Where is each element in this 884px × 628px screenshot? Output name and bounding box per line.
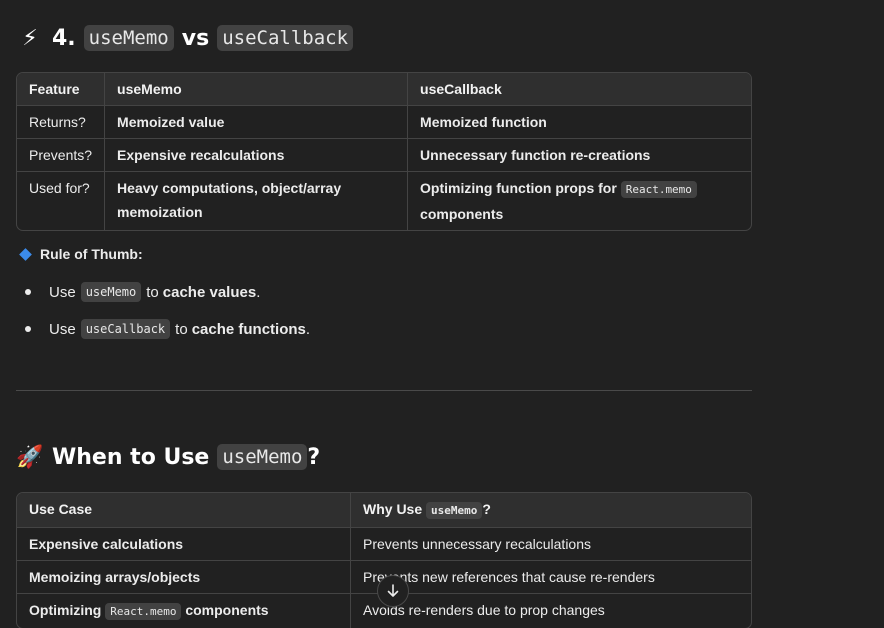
table-header-row: Use Case Why Use useMemo?	[17, 493, 751, 528]
header-usecallback: useCallback	[408, 73, 751, 106]
header-why-use: Why Use useMemo?	[351, 493, 751, 528]
cell-memo: Heavy computations, object/array memoiza…	[105, 172, 409, 230]
inline-code-react-memo: React.memo	[105, 603, 182, 620]
scroll-to-bottom-button[interactable]	[377, 575, 409, 607]
cell-feature: Used for?	[17, 172, 106, 230]
table-row: Expensive calculations Prevents unnecess…	[17, 528, 751, 561]
inline-code-usememo: useMemo	[80, 282, 142, 302]
header-usememo: useMemo	[105, 73, 409, 106]
rule-of-thumb-label: Rule of Thumb:	[40, 246, 143, 262]
header-feature: Feature	[17, 73, 106, 106]
heading-code-usememo: useMemo	[83, 25, 174, 51]
list-item: Use useCallback to cache functions .	[16, 317, 310, 341]
table-row: Prevents? Expensive recalculations Unnec…	[17, 139, 751, 172]
table-row: Used for? Heavy computations, object/arr…	[17, 172, 751, 230]
cell-memo: Expensive recalculations	[105, 139, 409, 172]
table-header-row: Feature useMemo useCallback	[17, 73, 751, 106]
cell-feature: Returns?	[17, 106, 106, 139]
heading-text: When to Use	[52, 444, 210, 470]
rule-list: Use useMemo to cache values . Use useCal…	[16, 280, 310, 354]
header-use-case: Use Case	[17, 493, 351, 528]
cell-use-case: Expensive calculations	[17, 528, 351, 561]
lightning-icon: ⚡	[22, 25, 38, 51]
heading-code-usememo: useMemo	[217, 444, 308, 470]
section-divider	[16, 390, 752, 391]
cell-callback: Memoized function	[408, 106, 751, 139]
heading-number: 4.	[52, 25, 76, 51]
section-heading-when-to-use: 🚀 When to Use useMemo?	[16, 444, 321, 470]
bullet-icon	[25, 326, 31, 332]
cell-why: Prevents unnecessary recalculations	[351, 528, 751, 561]
list-item: Use useMemo to cache values .	[16, 280, 310, 304]
cell-why: Avoids re-renders due to prop changes	[363, 602, 605, 618]
table-row: Returns? Memoized value Memoized functio…	[17, 106, 751, 139]
blue-diamond-icon	[19, 247, 32, 261]
inline-code-usecallback: useCallback	[80, 319, 171, 339]
cell-why: Prevents new references that cause re-re…	[351, 561, 751, 594]
cell-use-case: Memoizing arrays/objects	[17, 561, 351, 594]
cell-feature: Prevents?	[17, 139, 106, 172]
cell-callback: Unnecessary function re-creations	[408, 139, 751, 172]
comparison-table: Feature useMemo useCallback Returns? Mem…	[16, 72, 752, 231]
cell-memo: Memoized value	[105, 106, 409, 139]
heading-code-usecallback: useCallback	[217, 25, 354, 51]
use-case-table: Use Case Why Use useMemo? Expensive calc…	[16, 492, 752, 628]
section-heading-usememo-vs-usecallback: ⚡ 4. useMemo vs useCallback	[16, 18, 354, 58]
inline-code-react-memo: React.memo	[620, 181, 697, 198]
inline-code-usememo: useMemo	[426, 502, 483, 519]
rule-of-thumb-heading: Rule of Thumb:	[16, 246, 143, 262]
arrow-down-icon	[387, 584, 399, 597]
cell-callback: Optimizing function props for React.memo…	[408, 172, 751, 230]
cell-use-case: Optimizing React.memo components	[17, 594, 351, 628]
rocket-icon: 🚀	[16, 444, 44, 470]
heading-vs: vs	[181, 25, 210, 51]
bullet-icon	[25, 289, 31, 295]
